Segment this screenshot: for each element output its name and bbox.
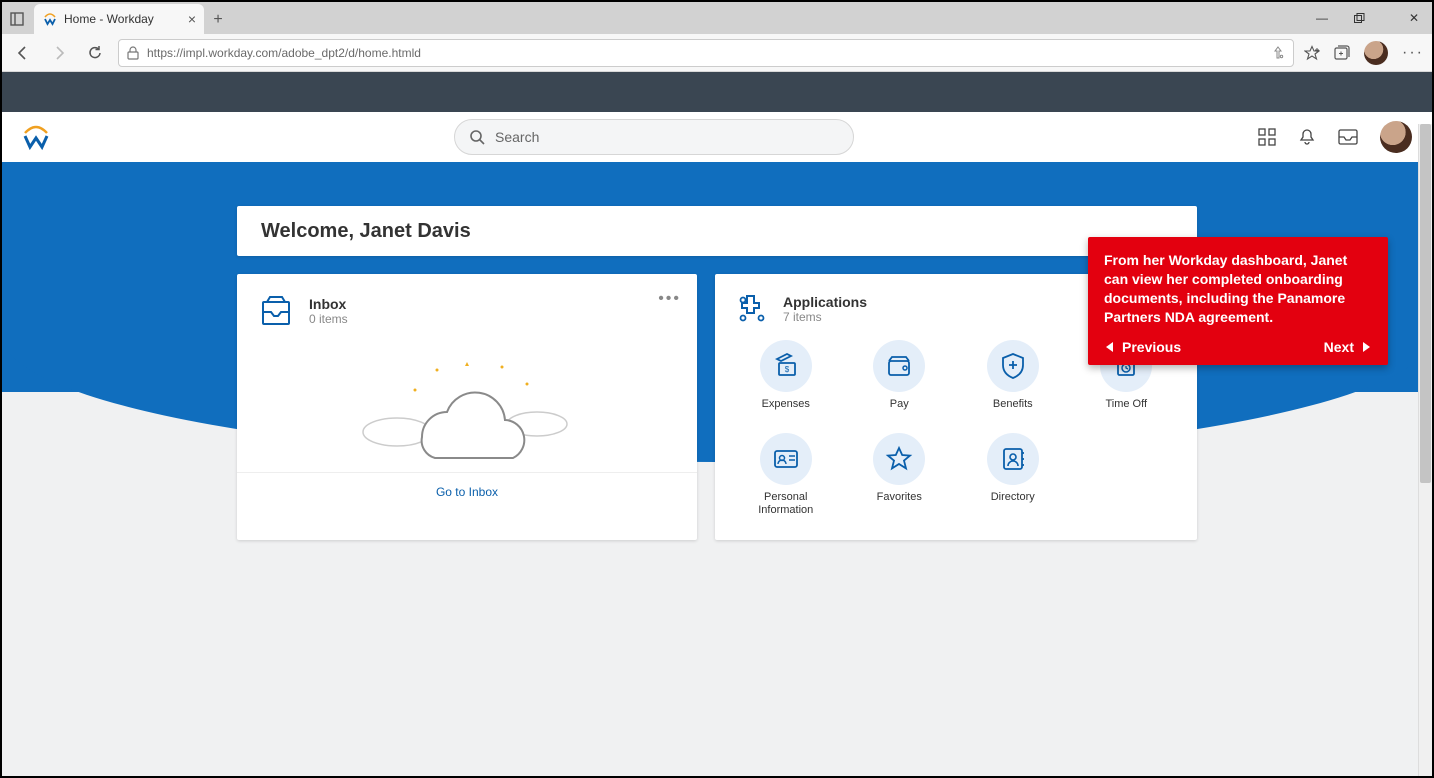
browser-titlebar: Home - Workday × + — ✕ — [2, 2, 1432, 34]
applications-title: Applications — [783, 294, 867, 310]
back-button[interactable] — [10, 40, 36, 66]
collections-icon[interactable] — [1334, 45, 1350, 61]
callout-previous-button[interactable]: Previous — [1104, 339, 1181, 355]
tutorial-callout: From her Workday dashboard, Janet can vi… — [1088, 237, 1388, 365]
search-input[interactable]: Search — [454, 119, 854, 155]
expenses-icon: $ — [760, 340, 812, 392]
search-placeholder: Search — [495, 129, 539, 145]
personal-icon — [760, 433, 812, 485]
browser-tab[interactable]: Home - Workday × — [34, 4, 204, 34]
url-input[interactable]: https://impl.workday.com/adobe_dpt2/d/ho… — [118, 39, 1294, 67]
inbox-nav-icon[interactable] — [1338, 129, 1358, 145]
callout-next-button[interactable]: Next — [1324, 339, 1372, 355]
app-directory[interactable]: Directory — [962, 433, 1064, 517]
applications-count: 7 items — [783, 310, 867, 324]
vertical-scrollbar[interactable] — [1418, 124, 1432, 776]
pay-icon — [873, 340, 925, 392]
benefits-icon — [987, 340, 1039, 392]
directory-icon — [987, 433, 1039, 485]
forward-button[interactable] — [46, 40, 72, 66]
app-label: Favorites — [877, 491, 922, 504]
workday-logo[interactable] — [22, 123, 50, 151]
lock-icon — [127, 46, 139, 60]
app-label: Directory — [991, 491, 1035, 504]
empty-inbox-illustration — [237, 342, 697, 472]
tab-title: Home - Workday — [64, 12, 182, 26]
tab-actions-icon[interactable] — [2, 4, 32, 34]
app-personal[interactable]: Personal Information — [735, 433, 837, 517]
app-expenses[interactable]: $ Expenses — [735, 340, 837, 411]
notifications-icon[interactable] — [1298, 128, 1316, 146]
welcome-text: Welcome, Janet Davis — [261, 220, 471, 243]
window-controls: — ✕ — [1308, 2, 1428, 34]
app-label: Expenses — [762, 398, 810, 411]
browser-profile-avatar[interactable] — [1364, 41, 1388, 65]
browser-address-bar: https://impl.workday.com/adobe_dpt2/d/ho… — [2, 34, 1432, 72]
favorites-icon[interactable] — [1304, 45, 1320, 61]
shortcuts-icon[interactable] — [1258, 128, 1276, 146]
app-favorites[interactable]: Favorites — [849, 433, 951, 517]
search-icon — [469, 129, 485, 145]
minimize-button[interactable]: — — [1308, 11, 1336, 25]
scroll-thumb[interactable] — [1420, 124, 1431, 483]
global-nav-strip — [2, 72, 1432, 112]
inbox-title: Inbox — [309, 296, 348, 312]
browser-menu-icon[interactable]: ··· — [1402, 44, 1424, 62]
workday-favicon — [42, 11, 58, 27]
app-label: Pay — [890, 398, 909, 411]
app-benefits[interactable]: Benefits — [962, 340, 1064, 411]
app-label: Personal Information — [744, 491, 828, 517]
reader-icon[interactable] — [1271, 46, 1285, 60]
triangle-right-icon — [1360, 341, 1372, 353]
app-label: Benefits — [993, 398, 1033, 411]
page-content: Search Welcome, Janet Davis — [2, 72, 1432, 776]
svg-text:$: $ — [785, 365, 790, 374]
inbox-count: 0 items — [309, 312, 348, 326]
user-avatar[interactable] — [1380, 121, 1412, 153]
inbox-more-icon[interactable]: ••• — [658, 290, 681, 308]
app-pay[interactable]: Pay — [849, 340, 951, 411]
workday-appbar: Search — [2, 112, 1432, 162]
maximize-button[interactable] — [1354, 13, 1382, 24]
callout-text: From her Workday dashboard, Janet can vi… — [1104, 251, 1372, 327]
applications-icon — [735, 292, 769, 326]
close-window-button[interactable]: ✕ — [1400, 11, 1428, 25]
tab-close-icon[interactable]: × — [188, 12, 196, 26]
url-text: https://impl.workday.com/adobe_dpt2/d/ho… — [147, 46, 421, 60]
refresh-button[interactable] — [82, 40, 108, 66]
new-tab-button[interactable]: + — [204, 6, 232, 34]
favorites-icon — [873, 433, 925, 485]
go-to-inbox-link[interactable]: Go to Inbox — [436, 485, 498, 499]
app-label: Time Off — [1105, 398, 1147, 411]
inbox-card: Inbox 0 items ••• — [237, 274, 697, 540]
triangle-left-icon — [1104, 341, 1116, 353]
inbox-icon — [257, 292, 295, 330]
welcome-banner: Welcome, Janet Davis — [237, 206, 1197, 256]
